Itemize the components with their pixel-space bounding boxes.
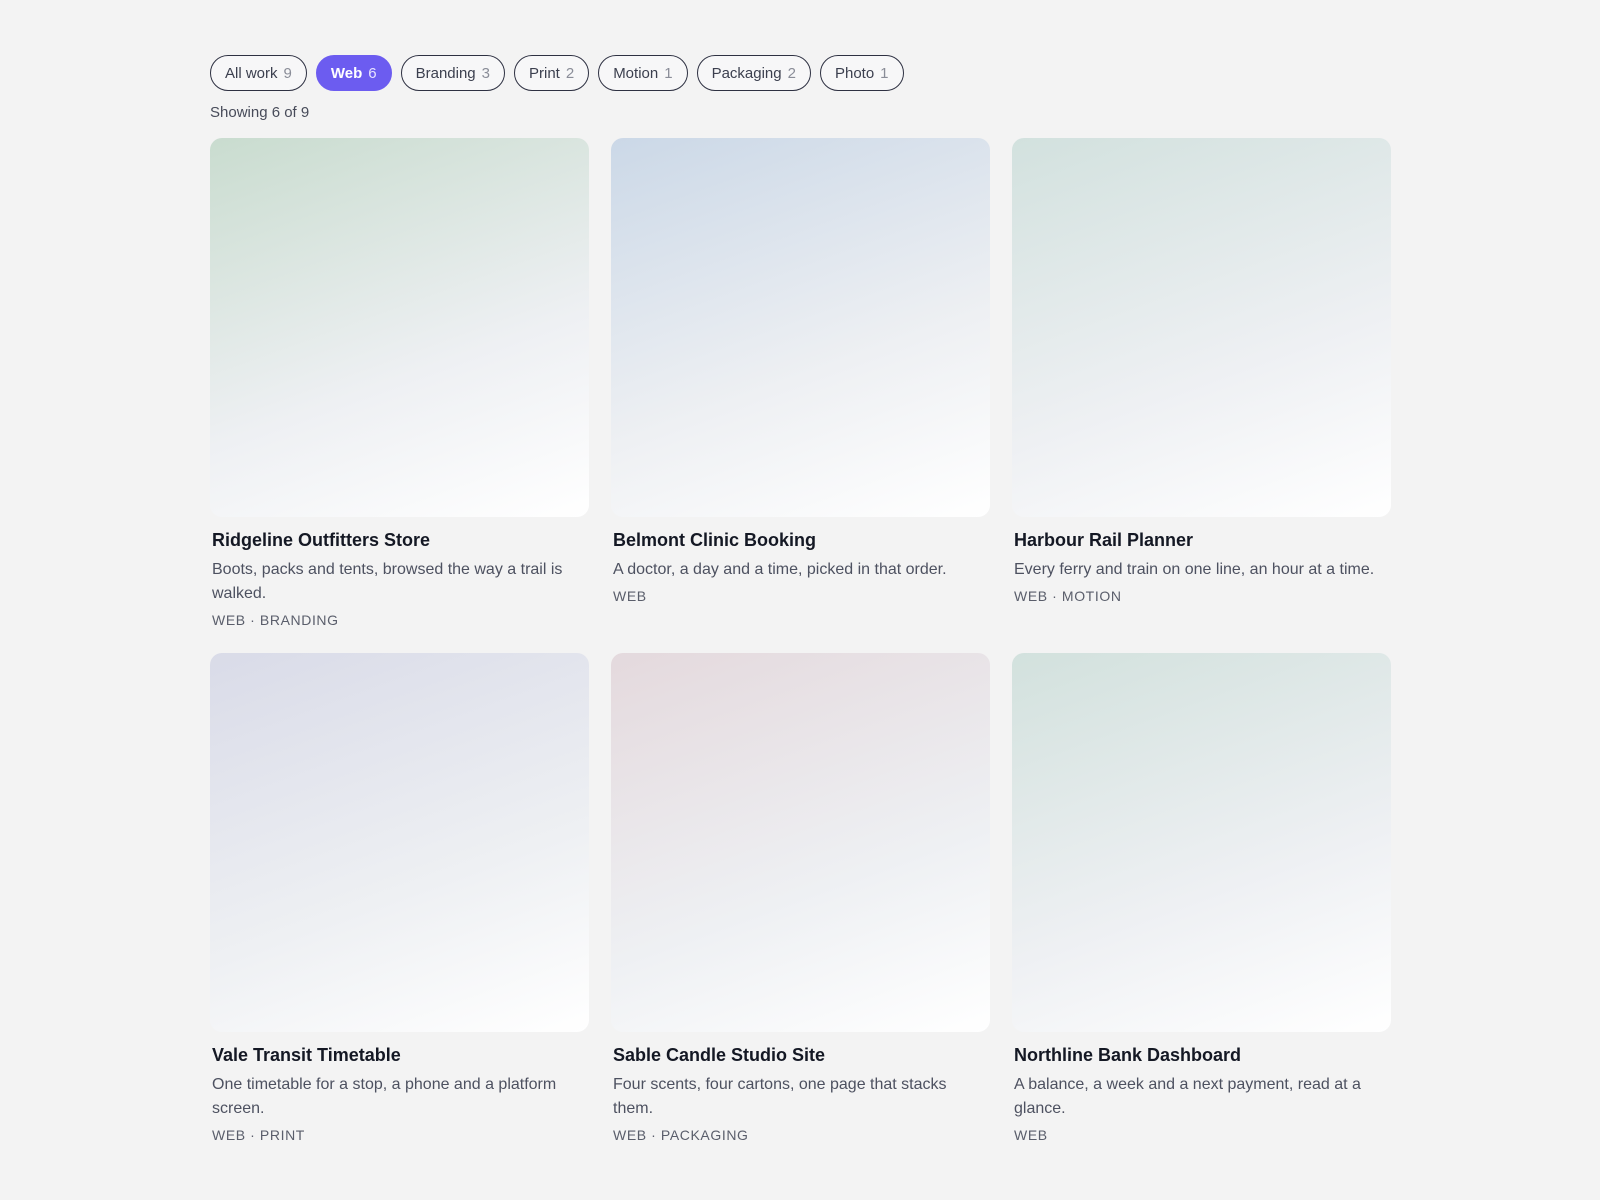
project-thumbnail[interactable]	[210, 653, 589, 1032]
filter-chip-branding[interactable]: Branding 3	[400, 55, 505, 91]
project-title[interactable]: Ridgeline Outfitters Store	[210, 529, 589, 551]
project-tags: WEB	[1014, 1127, 1048, 1143]
project-description: A balance, a week and a next payment, re…	[1014, 1076, 1361, 1117]
filter-chip-count: 1	[664, 64, 673, 82]
project-card[interactable]: Vale Transit Timetable One timetable for…	[210, 653, 589, 1145]
filter-bar: All work 9 Web 6 Branding 3 Print 2 Moti…	[210, 55, 1390, 91]
filter-chip-count: 2	[787, 64, 796, 82]
filter-chip-count: 6	[368, 64, 377, 82]
filter-chip-count: 2	[565, 64, 575, 82]
project-grid: Ridgeline Outfitters Store Boots, packs …	[210, 138, 1391, 1145]
filter-chip-photo[interactable]: Photo 1	[819, 55, 904, 91]
project-tags: WEB · MOTION	[1014, 588, 1122, 604]
filter-chip-all-work[interactable]: All work 9	[210, 55, 307, 91]
project-tags: WEB · PACKAGING	[613, 1127, 749, 1143]
filter-chip-label: Branding	[415, 64, 476, 82]
filter-chip-count: 1	[880, 64, 889, 82]
project-tags: WEB · BRANDING	[212, 612, 339, 628]
filter-chip-label: Motion	[613, 64, 659, 82]
filter-chip-label: All work	[225, 64, 278, 82]
project-card[interactable]: Northline Bank Dashboard A balance, a we…	[1012, 653, 1391, 1145]
project-title[interactable]: Northline Bank Dashboard	[1012, 1044, 1391, 1066]
filter-chip-print[interactable]: Print 2	[514, 55, 590, 91]
filter-chip-label: Packaging	[711, 64, 782, 82]
filter-chip-count: 3	[481, 64, 490, 82]
project-title[interactable]: Belmont Clinic Booking	[611, 529, 990, 551]
project-description: Boots, packs and tents, browsed the way …	[212, 561, 563, 602]
portfolio-page: All work 9 Web 6 Branding 3 Print 2 Moti…	[210, 55, 1391, 1145]
filter-chip-web[interactable]: Web 6	[315, 55, 392, 91]
project-card[interactable]: Ridgeline Outfitters Store Boots, packs …	[210, 138, 589, 630]
filter-chip-count: 9	[283, 64, 292, 82]
project-thumbnail[interactable]	[1012, 138, 1391, 517]
project-description: One timetable for a stop, a phone and a …	[212, 1076, 557, 1117]
project-tags: WEB	[613, 588, 647, 604]
project-card[interactable]: Belmont Clinic Booking A doctor, a day a…	[611, 138, 990, 630]
project-description: Every ferry and train on one line, an ho…	[1014, 561, 1375, 578]
results-count: Showing 6 of 9	[210, 104, 310, 121]
project-thumbnail[interactable]	[611, 138, 990, 517]
project-thumbnail[interactable]	[1012, 653, 1391, 1032]
project-title[interactable]: Harbour Rail Planner	[1012, 529, 1391, 551]
project-title[interactable]: Vale Transit Timetable	[210, 1044, 589, 1066]
project-card[interactable]: Harbour Rail Planner Every ferry and tra…	[1012, 138, 1391, 630]
filter-chip-label: Print	[529, 64, 560, 82]
filter-chip-packaging[interactable]: Packaging 2	[696, 55, 811, 91]
project-tags: WEB · PRINT	[212, 1127, 305, 1143]
filter-chip-motion[interactable]: Motion 1	[598, 55, 688, 91]
project-title[interactable]: Sable Candle Studio Site	[611, 1044, 990, 1066]
project-description: Four scents, four cartons, one page that…	[613, 1076, 947, 1117]
project-thumbnail[interactable]	[210, 138, 589, 517]
project-card[interactable]: Sable Candle Studio Site Four scents, fo…	[611, 653, 990, 1145]
project-description: A doctor, a day and a time, picked in th…	[613, 561, 947, 578]
project-thumbnail[interactable]	[611, 653, 990, 1032]
filter-chip-label: Web	[330, 64, 363, 82]
filter-chip-label: Photo	[834, 64, 875, 82]
